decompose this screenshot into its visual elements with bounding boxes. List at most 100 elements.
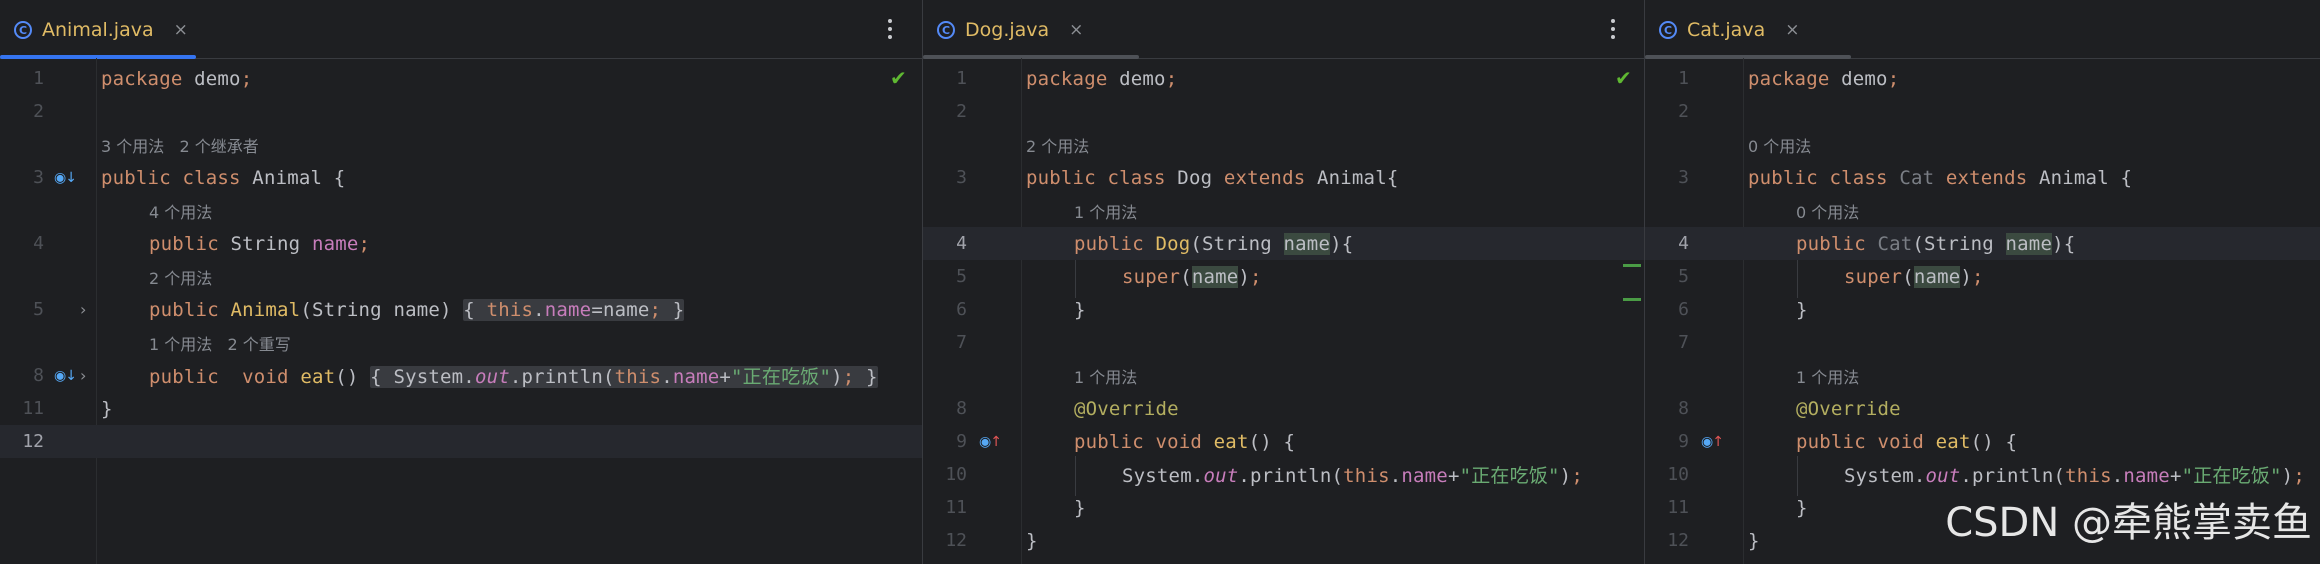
code-line[interactable]: 9 ◉↑ public void eat() {: [1645, 425, 2320, 458]
class-c-icon: C: [14, 21, 32, 39]
line-number: 1: [33, 68, 44, 89]
implemented-gutter-icon[interactable]: ◉↓: [54, 170, 77, 186]
class-c-icon: C: [1659, 21, 1677, 39]
code-line[interactable]: 2: [923, 95, 1644, 128]
overrides-gutter-icon[interactable]: ◉↑: [979, 434, 1002, 450]
usages-hint[interactable]: 1 个用法 2 个重写: [149, 331, 291, 355]
expand-fold-icon[interactable]: ›: [80, 366, 86, 385]
usages-hint[interactable]: 2 个用法: [149, 265, 212, 289]
code-line[interactable]: 3 public class Dog extends Animal{: [923, 161, 1644, 194]
usages-hint[interactable]: 1 个用法: [1074, 364, 1137, 388]
line-number: 7: [1678, 332, 1689, 353]
code-line-current[interactable]: 4 public Cat(String name){: [1645, 227, 2320, 260]
line-number: 11: [22, 398, 44, 419]
inlay-hint-row: 1 个用法: [1645, 359, 2320, 392]
line-text: public String name;: [149, 232, 371, 255]
line-number: 10: [945, 464, 967, 485]
tab-dog-java[interactable]: C Dog.java ×: [937, 14, 1083, 46]
code-line[interactable]: 1 package demo;: [0, 62, 922, 95]
tab-indicator: [923, 55, 1139, 59]
active-tab-indicator: [0, 55, 196, 59]
line-text: }: [1026, 529, 1038, 552]
line-text: public void eat() {: [1796, 430, 2018, 453]
code-line[interactable]: 5 super(name);: [923, 260, 1644, 293]
close-tab-icon[interactable]: ×: [1069, 20, 1083, 40]
line-number: 3: [33, 167, 44, 188]
tab-title: Dog.java: [965, 19, 1050, 41]
line-text: public class Cat extends Animal {: [1748, 166, 2133, 189]
line-number: 8: [956, 398, 967, 419]
editor-pane-animal: C Animal.java × ✔ 1 package demo; 2 3 个用…: [0, 0, 923, 564]
tab-animal-java[interactable]: C Animal.java ×: [14, 14, 188, 46]
usages-hint[interactable]: 1 个用法: [1074, 199, 1137, 223]
line-text: public class Animal {: [101, 166, 346, 189]
code-line[interactable]: 10 System.out.println(this.name+"正在吃饭");: [923, 458, 1644, 491]
line-number: 6: [1678, 299, 1689, 320]
editor-pane-cat: C Cat.java × 1 package demo; 2 0 个用法 3 p…: [1645, 0, 2320, 564]
line-number: 3: [956, 167, 967, 188]
class-c-icon: C: [937, 21, 955, 39]
code-line[interactable]: 2: [1645, 95, 2320, 128]
code-line[interactable]: 6 }: [923, 293, 1644, 326]
line-number: 2: [1678, 101, 1689, 122]
more-options-icon[interactable]: [1603, 16, 1623, 42]
overridden-gutter-icon[interactable]: ◉↓: [54, 368, 77, 384]
line-number: 4: [33, 233, 44, 254]
inlay-hint-row: 2 个用法: [0, 260, 922, 293]
expand-fold-icon[interactable]: ›: [80, 300, 86, 319]
code-line[interactable]: 11 }: [923, 491, 1644, 524]
code-line[interactable]: 7: [1645, 326, 2320, 359]
line-number: 8: [33, 365, 44, 386]
usages-hint[interactable]: 1 个用法: [1796, 364, 1859, 388]
usages-hint[interactable]: 2 个用法: [1026, 133, 1089, 157]
line-text: System.out.println(this.name+"正在吃饭");: [1844, 465, 2305, 487]
usages-hint[interactable]: 0 个用法: [1796, 199, 1859, 223]
code-line[interactable]: 4 public String name;: [0, 227, 922, 260]
line-text: }: [1796, 496, 1808, 519]
line-number: 2: [956, 101, 967, 122]
code-line[interactable]: 5 super(name);: [1645, 260, 2320, 293]
line-number: 12: [22, 431, 44, 452]
line-text: package demo;: [1026, 67, 1178, 90]
overrides-gutter-icon[interactable]: ◉↑: [1701, 434, 1724, 450]
line-text: package demo;: [1748, 67, 1900, 90]
code-line[interactable]: 7: [923, 326, 1644, 359]
code-line[interactable]: 8 ◉↓ › public void eat() { System.out.pr…: [0, 359, 922, 392]
code-line-current[interactable]: 4 public Dog(String name){: [923, 227, 1644, 260]
line-text: public void eat() {: [1074, 430, 1296, 453]
more-options-icon[interactable]: [880, 16, 900, 42]
code-line[interactable]: 8 @Override: [1645, 392, 2320, 425]
line-text: public Animal(String name) { this.name=n…: [149, 298, 685, 321]
code-line[interactable]: 2: [0, 95, 922, 128]
tab-bar: C Dog.java ×: [923, 0, 1644, 59]
code-line[interactable]: 12 }: [923, 524, 1644, 557]
code-line[interactable]: 3 ◉↓ public class Animal {: [0, 161, 922, 194]
code-line[interactable]: 3 public class Cat extends Animal {: [1645, 161, 2320, 194]
tab-bar: C Animal.java ×: [0, 0, 922, 59]
line-number: 12: [1667, 530, 1689, 551]
code-line[interactable]: 1 package demo;: [923, 62, 1644, 95]
usages-hint[interactable]: 4 个用法: [149, 199, 212, 223]
code-line[interactable]: 9 ◉↑ public void eat() {: [923, 425, 1644, 458]
line-text: public Dog(String name){: [1074, 232, 1354, 255]
code-line[interactable]: 11 }: [0, 392, 922, 425]
close-tab-icon[interactable]: ×: [174, 20, 188, 40]
close-tab-icon[interactable]: ×: [1785, 20, 1799, 40]
tab-cat-java[interactable]: C Cat.java ×: [1659, 14, 1799, 46]
usages-hint[interactable]: 3 个用法 2 个继承者: [101, 133, 259, 157]
code-line[interactable]: 6 }: [1645, 293, 2320, 326]
line-number: 10: [1667, 464, 1689, 485]
usages-hint[interactable]: 0 个用法: [1748, 133, 1811, 157]
tab-indicator: [1645, 55, 1851, 59]
line-text: }: [1074, 298, 1086, 321]
code-line[interactable]: 10 System.out.println(this.name+"正在吃饭");: [1645, 458, 2320, 491]
code-line[interactable]: 1 package demo;: [1645, 62, 2320, 95]
line-text: package demo;: [101, 67, 253, 90]
line-text: }: [1796, 298, 1808, 321]
inlay-hint-row: 1 个用法: [923, 359, 1644, 392]
inlay-hint-row: 0 个用法: [1645, 128, 2320, 161]
code-line[interactable]: 8 @Override: [923, 392, 1644, 425]
line-number: 5: [1678, 266, 1689, 287]
code-line[interactable]: 5 › public Animal(String name) { this.na…: [0, 293, 922, 326]
code-line-current[interactable]: 12: [0, 425, 922, 458]
